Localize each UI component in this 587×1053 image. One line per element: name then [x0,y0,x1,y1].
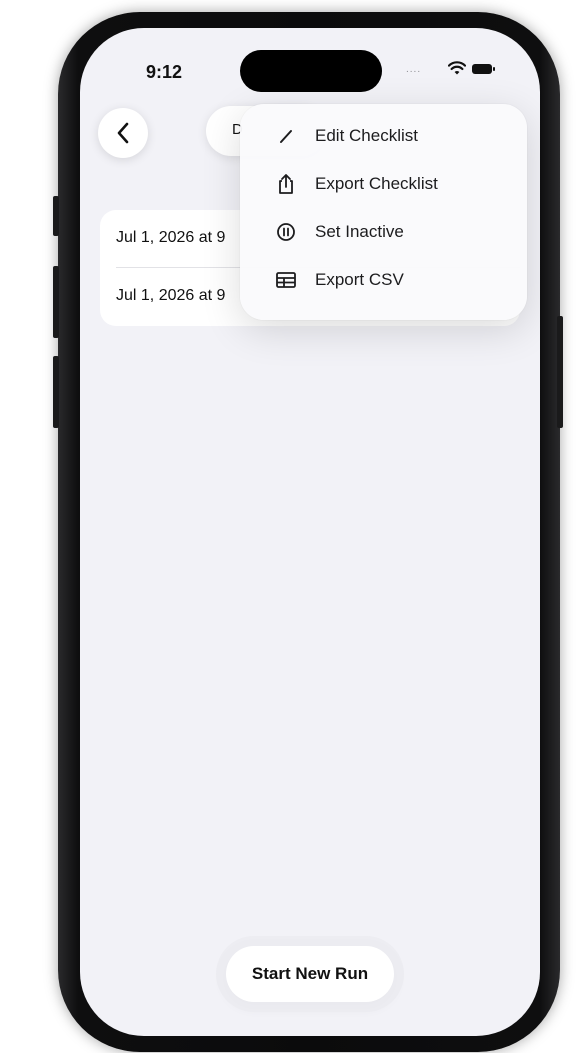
table-icon [274,268,298,292]
menu-item-label: Edit Checklist [315,126,418,145]
share-icon [274,172,298,196]
menu-item-label: Export Checklist [315,174,438,193]
action-button [53,196,59,236]
status-time: 9:12 [146,62,183,82]
run-date-label: Jul 1, 2026 at 9 [116,229,226,246]
menu-item-label: Set Inactive [315,222,404,241]
context-menu: Edit Checklist Export Checklist Set Inac… [240,104,527,320]
screen: 9:12 .... D Jul 1, 2026 at 9 Jul 1, 2026… [80,28,540,1036]
menu-item-set-inactive[interactable]: Set Inactive [240,208,527,256]
menu-item-label: Export CSV [315,270,404,289]
pencil-icon [274,124,298,148]
pause-circle-icon [274,220,298,244]
menu-item-export-csv[interactable]: Export CSV [240,256,527,304]
back-button[interactable] [98,108,148,158]
volume-down-button [53,356,59,428]
volume-up-button [53,266,59,338]
menu-item-edit-checklist[interactable]: Edit Checklist [240,112,527,160]
signal-indicator: .... [406,64,422,75]
dynamic-island [240,50,382,92]
wifi-icon [447,60,467,81]
power-button [557,316,563,428]
battery-icon [472,64,495,74]
chevron-left-icon [117,122,129,144]
start-new-run-button[interactable]: Start New Run [226,946,394,1002]
menu-item-export-checklist[interactable]: Export Checklist [240,160,527,208]
run-date-label: Jul 1, 2026 at 9 [116,287,226,304]
